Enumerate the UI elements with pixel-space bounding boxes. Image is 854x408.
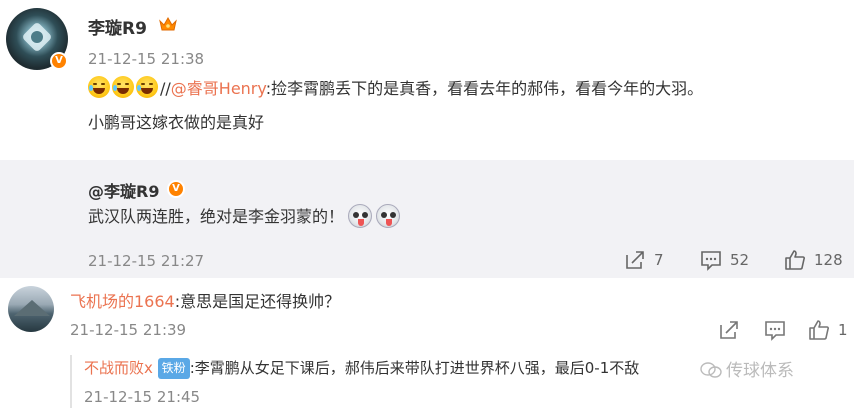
reply-thread-line [70, 355, 72, 408]
reply-text-body: :李霄鹏从女足下课后，郝伟后来带队打进世界杯八强，最后0-1不敌 [189, 359, 640, 377]
laugh-cry-emoji-icon [112, 76, 134, 98]
like-count: 1 [838, 321, 848, 339]
mention-link[interactable]: @睿哥Henry [171, 79, 266, 98]
post-text: //@睿哥Henry:捡李霄鹏丢下的是真香，看看去年的郝伟，看看今年的大羽。 [88, 76, 848, 102]
separator: // [160, 79, 171, 98]
share-icon [626, 251, 644, 269]
laugh-cry-emoji-icon [136, 76, 158, 98]
avatar-landscape [14, 300, 50, 316]
like-button[interactable]: 128 [784, 249, 843, 271]
thumbs-up-icon [809, 320, 829, 340]
comment-count: 52 [730, 251, 750, 269]
avatar-ornament-center [31, 31, 43, 43]
comment-text-body: :意思是国足还得换帅？ [174, 292, 341, 311]
share-button[interactable]: 7 [624, 249, 664, 271]
avatar[interactable] [8, 286, 54, 332]
laugh-cry-emoji-icon [88, 76, 110, 98]
comment-username[interactable]: 飞机场的1664 [70, 292, 175, 311]
reply-username[interactable]: 不战而败x [84, 359, 153, 377]
thumbs-up-icon [785, 250, 805, 270]
comment-button[interactable]: 52 [700, 249, 749, 271]
post-time: 21-12-15 21:38 [88, 50, 205, 68]
wechat-icon [700, 362, 722, 378]
reply-text: 不战而败x 铁粉:李霄鹏从女足下课后，郝伟后来带队打进世界杯八强，最后0-1不敌 [84, 356, 639, 380]
quote-time: 21-12-15 21:27 [88, 252, 205, 270]
iron-fan-badge: 铁粉 [157, 358, 190, 380]
comment-text: 飞机场的1664:意思是国足还得换帅？ [70, 289, 340, 315]
like-button[interactable]: 1 [808, 319, 848, 341]
post-text-line2: 小鹏哥这嫁衣做的是真好 [88, 113, 265, 132]
tongue-emoji-icon [348, 204, 373, 228]
quote-username[interactable]: @李璇R9 [88, 178, 159, 202]
like-count: 128 [814, 251, 843, 269]
crown-icon [159, 16, 177, 31]
comment-icon[interactable] [764, 319, 786, 341]
post-text-body: :捡李霄鹏丢下的是真香，看看去年的郝伟，看看今年的大羽。 [265, 79, 704, 98]
reply-time: 21-12-15 21:45 [84, 388, 201, 406]
quote-text-body: 武汉队两连胜，绝对是李金羽蒙的！ [88, 207, 345, 226]
comment-icon [701, 251, 721, 271]
comment-time: 21-12-15 21:39 [70, 321, 187, 339]
quote-text: 武汉队两连胜，绝对是李金羽蒙的！ [88, 204, 401, 230]
post-username[interactable]: 李璇R9 [88, 14, 147, 39]
watermark: 传球体系 [700, 356, 794, 381]
share-count: 7 [654, 251, 664, 269]
verified-badge-icon: V [167, 180, 185, 198]
watermark-text: 传球体系 [726, 361, 794, 381]
verified-badge-icon: V [50, 52, 68, 70]
tongue-emoji-icon [376, 204, 401, 228]
share-icon[interactable] [718, 319, 740, 341]
